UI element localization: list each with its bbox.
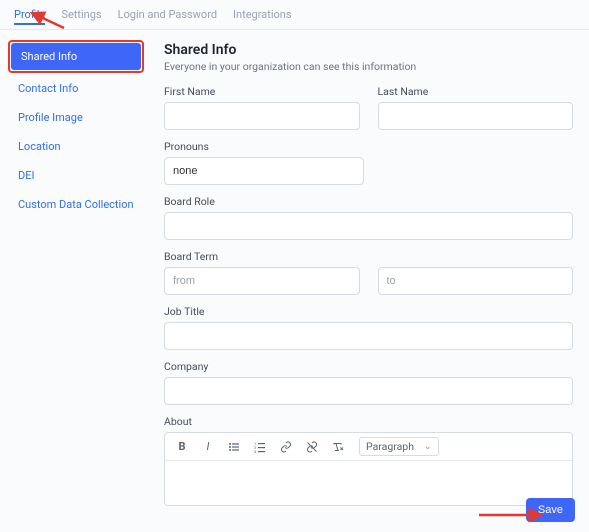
svg-text:3: 3 bbox=[254, 449, 256, 453]
sidebar-item-location[interactable]: Location bbox=[8, 133, 144, 160]
board-term-to-input[interactable] bbox=[378, 267, 574, 295]
format-select-label: Paragraph bbox=[366, 440, 414, 453]
editor-toolbar: B I 123 bbox=[165, 433, 572, 461]
board-role-input[interactable] bbox=[164, 212, 573, 240]
tab-login-password[interactable]: Login and Password bbox=[118, 6, 217, 25]
unlink-icon[interactable] bbox=[303, 438, 321, 456]
company-label: Company bbox=[164, 360, 573, 373]
company-input[interactable] bbox=[164, 377, 573, 405]
format-select[interactable]: Paragraph ⌄ bbox=[359, 437, 439, 456]
sidebar: Shared Info Contact Info Profile Image L… bbox=[0, 40, 150, 220]
sidebar-item-profile-image[interactable]: Profile Image bbox=[8, 104, 144, 131]
numbered-list-icon[interactable]: 123 bbox=[251, 438, 269, 456]
sidebar-item-dei[interactable]: DEI bbox=[8, 162, 144, 189]
tab-settings[interactable]: Settings bbox=[61, 6, 101, 25]
top-tabs: Profile Settings Login and Password Inte… bbox=[0, 0, 589, 30]
link-icon[interactable] bbox=[277, 438, 295, 456]
tab-integrations[interactable]: Integrations bbox=[233, 6, 291, 25]
italic-icon[interactable]: I bbox=[199, 438, 217, 456]
pronouns-label: Pronouns bbox=[164, 140, 364, 153]
last-name-label: Last Name bbox=[378, 85, 574, 98]
sidebar-item-contact-info[interactable]: Contact Info bbox=[8, 75, 144, 102]
main-panel: Shared Info Everyone in your organizatio… bbox=[150, 40, 589, 516]
job-title-label: Job Title bbox=[164, 305, 573, 318]
highlight-box: Shared Info bbox=[8, 40, 144, 73]
bullet-list-icon[interactable] bbox=[225, 438, 243, 456]
save-button[interactable]: Save bbox=[526, 498, 575, 522]
chevron-down-icon: ⌄ bbox=[424, 442, 432, 452]
sidebar-item-shared-info[interactable]: Shared Info bbox=[11, 43, 141, 70]
about-editor: B I 123 bbox=[164, 432, 573, 506]
board-term-from-input[interactable] bbox=[164, 267, 360, 295]
board-term-label: Board Term bbox=[164, 250, 573, 263]
pronouns-input[interactable] bbox=[164, 157, 364, 185]
clear-format-icon[interactable] bbox=[329, 438, 347, 456]
about-label: About bbox=[164, 415, 573, 428]
first-name-label: First Name bbox=[164, 85, 360, 98]
board-role-label: Board Role bbox=[164, 195, 573, 208]
bold-icon[interactable]: B bbox=[173, 438, 191, 456]
about-editor-body[interactable] bbox=[165, 461, 572, 505]
last-name-input[interactable] bbox=[378, 102, 574, 130]
section-title: Shared Info bbox=[164, 42, 573, 58]
sidebar-item-custom-data[interactable]: Custom Data Collection bbox=[8, 191, 144, 218]
first-name-input[interactable] bbox=[164, 102, 360, 130]
tab-profile[interactable]: Profile bbox=[14, 6, 45, 25]
job-title-input[interactable] bbox=[164, 322, 573, 350]
section-subtitle: Everyone in your organization can see th… bbox=[164, 60, 573, 73]
